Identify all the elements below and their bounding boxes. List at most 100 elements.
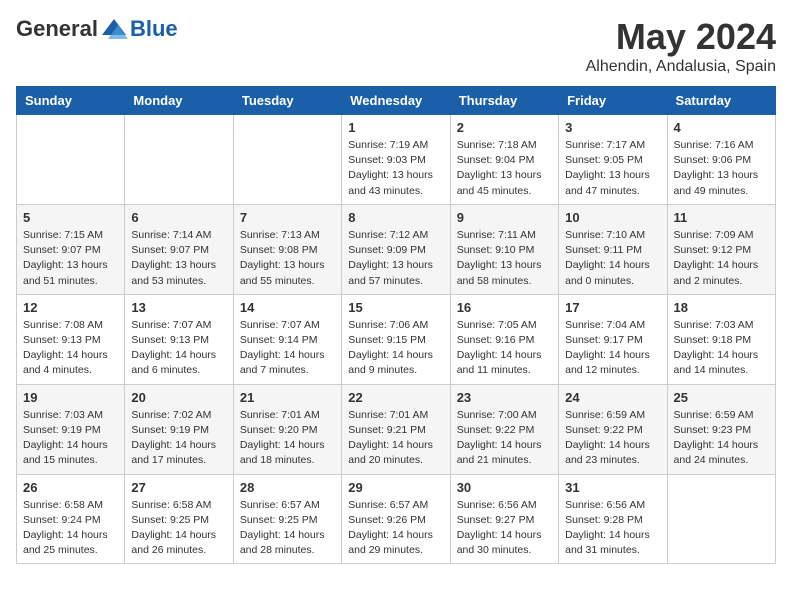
calendar-cell: 13 Sunrise: 7:07 AM Sunset: 9:13 PM Dayli… <box>125 294 233 384</box>
calendar-cell: 8 Sunrise: 7:12 AM Sunset: 9:09 PM Daylig… <box>342 204 450 294</box>
day-info: Sunrise: 7:07 AM Sunset: 9:14 PM Dayligh… <box>240 318 335 379</box>
calendar-cell <box>17 115 125 205</box>
day-info: Sunrise: 6:59 AM Sunset: 9:22 PM Dayligh… <box>565 408 660 469</box>
day-info: Sunrise: 7:12 AM Sunset: 9:09 PM Dayligh… <box>348 228 443 289</box>
day-number: 23 <box>457 390 552 405</box>
day-number: 4 <box>674 120 769 135</box>
calendar-cell: 9Sunrise: 7:11 AM Sunset: 9:10 PM Daylig… <box>450 204 558 294</box>
day-info: Sunrise: 7:08 AM Sunset: 9:13 PM Dayligh… <box>23 318 118 379</box>
weekday-header: Sunday <box>17 87 125 115</box>
day-info: Sunrise: 6:59 AM Sunset: 9:23 PM Dayligh… <box>674 408 769 469</box>
calendar-cell: 7 Sunrise: 7:13 AM Sunset: 9:08 PM Daylig… <box>233 204 341 294</box>
month-year: May 2024 <box>586 16 776 58</box>
calendar-cell: 19 Sunrise: 7:03 AM Sunset: 9:19 PM Dayli… <box>17 384 125 474</box>
day-info: Sunrise: 7:16 AM Sunset: 9:06 PM Dayligh… <box>674 138 769 199</box>
day-number: 22 <box>348 390 443 405</box>
calendar-cell: 6 Sunrise: 7:14 AM Sunset: 9:07 PM Daylig… <box>125 204 233 294</box>
day-number: 3 <box>565 120 660 135</box>
day-info: Sunrise: 7:06 AM Sunset: 9:15 PM Dayligh… <box>348 318 443 379</box>
day-info: Sunrise: 7:19 AM Sunset: 9:03 PM Dayligh… <box>348 138 443 199</box>
weekday-header: Thursday <box>450 87 558 115</box>
day-info: Sunrise: 7:01 AM Sunset: 9:21 PM Dayligh… <box>348 408 443 469</box>
day-info: Sunrise: 7:03 AM Sunset: 9:19 PM Dayligh… <box>23 408 118 469</box>
calendar-cell <box>125 115 233 205</box>
calendar-cell: 24Sunrise: 6:59 AM Sunset: 9:22 PM Dayli… <box>559 384 667 474</box>
day-number: 19 <box>23 390 118 405</box>
day-number: 6 <box>131 210 226 225</box>
day-number: 25 <box>674 390 769 405</box>
day-number: 2 <box>457 120 552 135</box>
day-info: Sunrise: 6:58 AM Sunset: 9:25 PM Dayligh… <box>131 498 226 559</box>
day-info: Sunrise: 6:57 AM Sunset: 9:25 PM Dayligh… <box>240 498 335 559</box>
day-info: Sunrise: 7:01 AM Sunset: 9:20 PM Dayligh… <box>240 408 335 469</box>
calendar-cell: 28 Sunrise: 6:57 AM Sunset: 9:25 PM Dayli… <box>233 474 341 564</box>
calendar-cell: 30 Sunrise: 6:56 AM Sunset: 9:27 PM Dayli… <box>450 474 558 564</box>
day-info: Sunrise: 6:58 AM Sunset: 9:24 PM Dayligh… <box>23 498 118 559</box>
day-number: 13 <box>131 300 226 315</box>
day-number: 30 <box>457 480 552 495</box>
calendar-cell: 12 Sunrise: 7:08 AM Sunset: 9:13 PM Dayli… <box>17 294 125 384</box>
day-number: 5 <box>23 210 118 225</box>
day-number: 26 <box>23 480 118 495</box>
page-header: General Blue May 2024 Alhendin, Andalusi… <box>16 16 776 76</box>
calendar-cell: 20 Sunrise: 7:02 AM Sunset: 9:19 PM Dayli… <box>125 384 233 474</box>
day-info: Sunrise: 7:02 AM Sunset: 9:19 PM Dayligh… <box>131 408 226 469</box>
day-info: Sunrise: 7:04 AM Sunset: 9:17 PM Dayligh… <box>565 318 660 379</box>
calendar-cell: 17 Sunrise: 7:04 AM Sunset: 9:17 PM Dayli… <box>559 294 667 384</box>
weekday-header: Tuesday <box>233 87 341 115</box>
weekday-header: Monday <box>125 87 233 115</box>
day-info: Sunrise: 6:57 AM Sunset: 9:26 PM Dayligh… <box>348 498 443 559</box>
day-info: Sunrise: 6:56 AM Sunset: 9:28 PM Dayligh… <box>565 498 660 559</box>
day-info: Sunrise: 7:07 AM Sunset: 9:13 PM Dayligh… <box>131 318 226 379</box>
logo-blue: Blue <box>130 16 178 42</box>
calendar-cell: 29Sunrise: 6:57 AM Sunset: 9:26 PM Dayli… <box>342 474 450 564</box>
day-info: Sunrise: 7:17 AM Sunset: 9:05 PM Dayligh… <box>565 138 660 199</box>
calendar-cell: 10 Sunrise: 7:10 AM Sunset: 9:11 PM Dayli… <box>559 204 667 294</box>
calendar-cell: 3 Sunrise: 7:17 AM Sunset: 9:05 PM Daylig… <box>559 115 667 205</box>
day-info: Sunrise: 7:03 AM Sunset: 9:18 PM Dayligh… <box>674 318 769 379</box>
calendar-cell: 25 Sunrise: 6:59 AM Sunset: 9:23 PM Dayli… <box>667 384 775 474</box>
day-info: Sunrise: 7:05 AM Sunset: 9:16 PM Dayligh… <box>457 318 552 379</box>
weekday-header: Saturday <box>667 87 775 115</box>
weekday-header: Wednesday <box>342 87 450 115</box>
day-number: 27 <box>131 480 226 495</box>
day-number: 7 <box>240 210 335 225</box>
day-number: 15 <box>348 300 443 315</box>
logo-general: General <box>16 16 98 42</box>
day-number: 11 <box>674 210 769 225</box>
calendar-cell: 31Sunrise: 6:56 AM Sunset: 9:28 PM Dayli… <box>559 474 667 564</box>
day-info: Sunrise: 6:56 AM Sunset: 9:27 PM Dayligh… <box>457 498 552 559</box>
calendar-cell: 23 Sunrise: 7:00 AM Sunset: 9:22 PM Dayli… <box>450 384 558 474</box>
day-info: Sunrise: 7:13 AM Sunset: 9:08 PM Dayligh… <box>240 228 335 289</box>
calendar: SundayMondayTuesdayWednesdayThursdayFrid… <box>16 86 776 564</box>
logo-icon <box>100 17 128 41</box>
weekday-header: Friday <box>559 87 667 115</box>
day-info: Sunrise: 7:14 AM Sunset: 9:07 PM Dayligh… <box>131 228 226 289</box>
day-number: 20 <box>131 390 226 405</box>
day-number: 12 <box>23 300 118 315</box>
day-number: 1 <box>348 120 443 135</box>
calendar-cell: 14 Sunrise: 7:07 AM Sunset: 9:14 PM Dayli… <box>233 294 341 384</box>
logo: General Blue <box>16 16 178 42</box>
calendar-cell <box>233 115 341 205</box>
day-number: 28 <box>240 480 335 495</box>
day-number: 9 <box>457 210 552 225</box>
calendar-cell: 5Sunrise: 7:15 AM Sunset: 9:07 PM Daylig… <box>17 204 125 294</box>
day-number: 10 <box>565 210 660 225</box>
calendar-cell <box>667 474 775 564</box>
day-number: 21 <box>240 390 335 405</box>
day-number: 14 <box>240 300 335 315</box>
calendar-cell: 27 Sunrise: 6:58 AM Sunset: 9:25 PM Dayli… <box>125 474 233 564</box>
calendar-cell: 4 Sunrise: 7:16 AM Sunset: 9:06 PM Daylig… <box>667 115 775 205</box>
day-number: 16 <box>457 300 552 315</box>
calendar-cell: 16 Sunrise: 7:05 AM Sunset: 9:16 PM Dayli… <box>450 294 558 384</box>
day-info: Sunrise: 7:00 AM Sunset: 9:22 PM Dayligh… <box>457 408 552 469</box>
calendar-cell: 15 Sunrise: 7:06 AM Sunset: 9:15 PM Dayli… <box>342 294 450 384</box>
day-number: 8 <box>348 210 443 225</box>
day-number: 17 <box>565 300 660 315</box>
day-info: Sunrise: 7:09 AM Sunset: 9:12 PM Dayligh… <box>674 228 769 289</box>
calendar-cell: 11 Sunrise: 7:09 AM Sunset: 9:12 PM Dayli… <box>667 204 775 294</box>
calendar-cell: 1 Sunrise: 7:19 AM Sunset: 9:03 PM Daylig… <box>342 115 450 205</box>
day-info: Sunrise: 7:10 AM Sunset: 9:11 PM Dayligh… <box>565 228 660 289</box>
calendar-cell: 2Sunrise: 7:18 AM Sunset: 9:04 PM Daylig… <box>450 115 558 205</box>
